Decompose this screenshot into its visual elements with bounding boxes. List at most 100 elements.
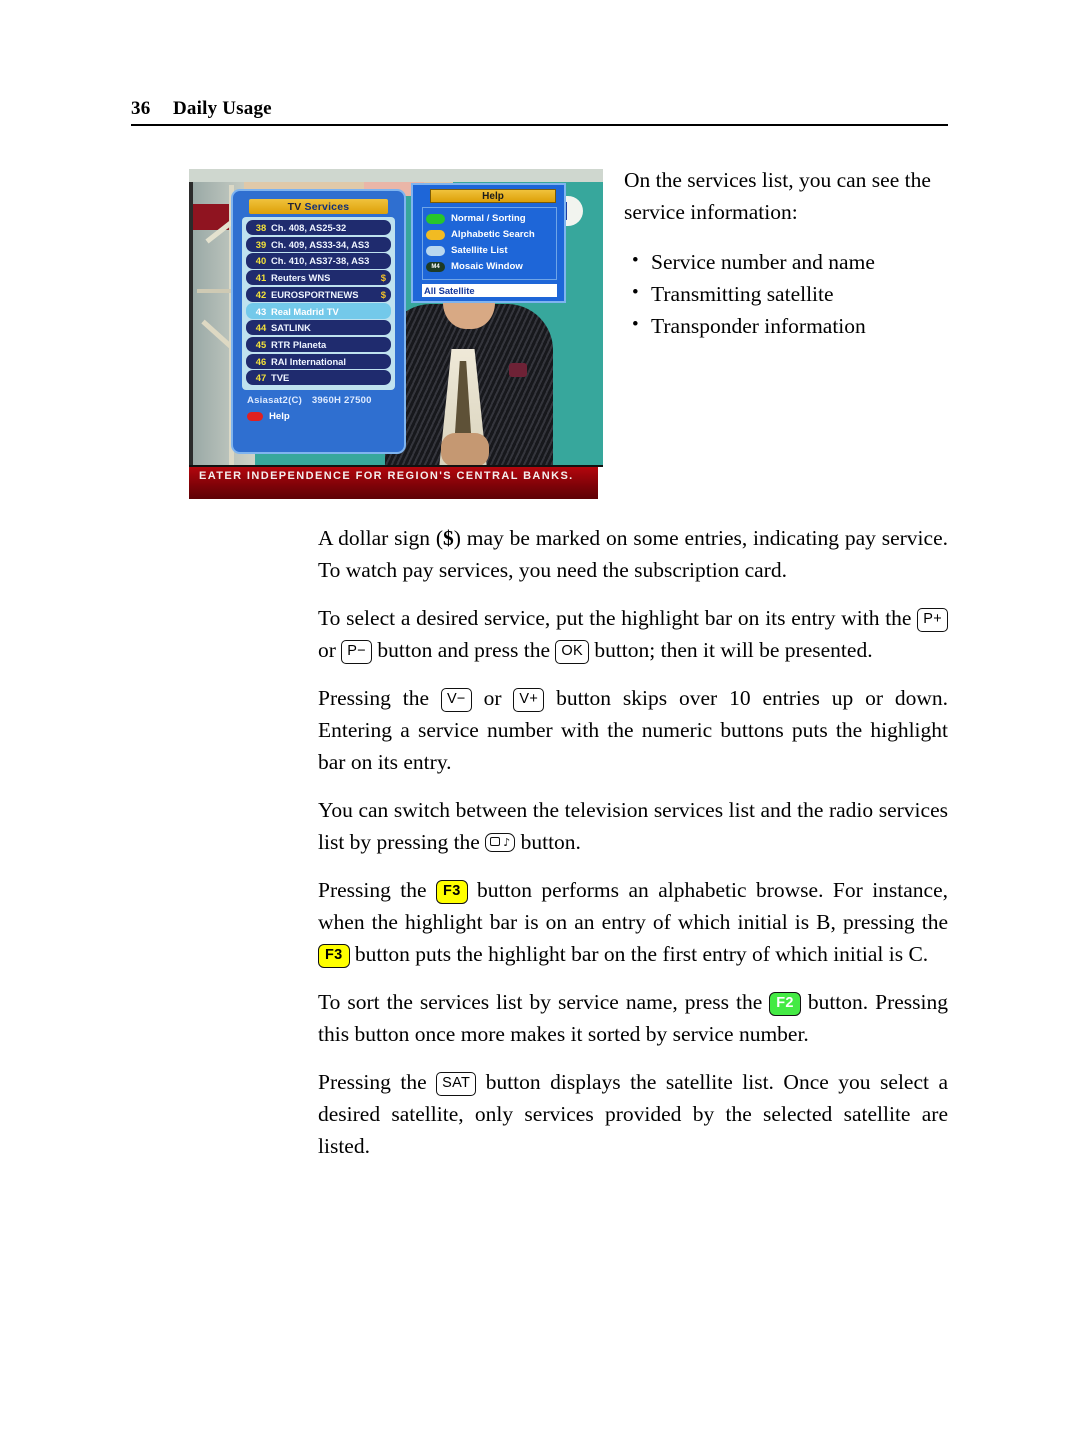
tv-screenshot-figure: TV Services 38 Ch. 408, AS25-32 39 Ch. 409,…: [189, 169, 603, 499]
service-number: 46: [255, 355, 267, 367]
help-panel-item[interactable]: Alphabetic Search: [426, 227, 553, 242]
service-list-row[interactable]: 45 RTR Planeta: [246, 336, 391, 352]
service-name: Real Madrid TV: [271, 305, 339, 317]
osd-help-label: Help: [269, 410, 290, 422]
service-name: TVE: [271, 372, 290, 384]
service-number: 39: [255, 238, 267, 250]
tv-radio-toggle-icon[interactable]: ♪: [485, 833, 516, 852]
news-ticker-bar: EATER INDEPENDENCE FOR REGION'S CENTRAL …: [189, 465, 603, 499]
dollar-sign-glyph: $: [442, 526, 454, 550]
key-v-plus[interactable]: V+: [513, 688, 545, 712]
key-p-minus[interactable]: P−: [341, 640, 373, 664]
p1-text-a: A dollar sign (: [318, 526, 443, 550]
service-number: 45: [255, 338, 267, 350]
help-panel-items: Normal / Sorting Alphabetic Search Satelli…: [422, 207, 557, 280]
page-title: Daily Usage: [173, 98, 272, 119]
service-list-row[interactable]: 40 Ch. 410, AS37-38, AS3: [246, 253, 391, 269]
help-panel-item[interactable]: M4 Mosaic Window: [426, 259, 553, 274]
satellite-filter-field[interactable]: All Satellite: [422, 284, 557, 297]
page-number: 36: [131, 98, 151, 119]
service-name: Ch. 410, AS37-38, AS3: [271, 255, 370, 267]
service-info-bullet: Service number and name: [624, 245, 954, 278]
color-key-icon: [426, 229, 445, 240]
key-ok[interactable]: OK: [555, 640, 589, 664]
paragraph-tv-radio-switch: You can switch between the television se…: [318, 794, 948, 858]
service-list-row[interactable]: 38 Ch. 408, AS25-32: [246, 220, 391, 236]
paragraph-volume-skip: Pressing the V− or V+ button skips over …: [318, 682, 948, 778]
tv-services-title-suffix: Services: [304, 200, 350, 213]
help-panel-title: Help: [430, 189, 556, 203]
service-name: EUROSPORTNEWS: [271, 288, 359, 300]
music-note-glyph: ♪: [503, 835, 511, 849]
key-f3-second[interactable]: F3: [318, 944, 350, 968]
service-name: Ch. 408, AS25-32: [271, 222, 347, 234]
paragraph-sort-services: To sort the services list by service nam…: [318, 986, 948, 1050]
p4-text-a: You can switch between the television se…: [318, 798, 948, 854]
service-list-row[interactable]: 44 SATLINK: [246, 320, 391, 336]
service-list-row[interactable]: 43 Real Madrid TV: [246, 303, 391, 319]
help-panel-item[interactable]: Satellite List: [426, 243, 553, 258]
key-p-plus[interactable]: P+: [917, 608, 948, 632]
key-v-minus[interactable]: V−: [440, 688, 472, 712]
news-ticker-text: EATER INDEPENDENCE FOR REGION'S CENTRAL …: [199, 470, 574, 482]
p7-text-a: Pressing the: [318, 1070, 427, 1094]
footer-satellite-name: Asiasat2(C): [247, 394, 302, 406]
service-list-row[interactable]: 39 Ch. 409, AS33-34, AS3: [246, 236, 391, 252]
service-info-bullet-list: Service number and nameTransmitting sate…: [624, 245, 954, 342]
p5-text-c: button puts the highlight bar on the fir…: [354, 942, 929, 966]
service-info-bullet: Transponder information: [624, 309, 954, 342]
service-name: RTR Planeta: [271, 338, 327, 350]
help-item-label: Mosaic Window: [451, 261, 523, 272]
p2-text-a: To select a desired service, put the hig…: [318, 606, 912, 630]
p6-text-a: To sort the services list by service nam…: [318, 990, 763, 1014]
tv-services-title-prefix: TV: [287, 200, 302, 213]
service-number: 42: [255, 288, 267, 300]
tv-services-panel[interactable]: TV Services 38 Ch. 408, AS25-32 39 Ch. 409,…: [231, 189, 406, 454]
color-key-icon: M4: [426, 261, 445, 272]
service-number: 47: [255, 372, 267, 384]
help-panel-item[interactable]: Normal / Sorting: [426, 211, 553, 226]
service-number: 38: [255, 222, 267, 234]
tv-services-panel-title: TV Services: [249, 199, 388, 214]
presenter-hands: [441, 433, 489, 467]
p4-text-b: button.: [520, 830, 581, 854]
tv-services-list[interactable]: 38 Ch. 408, AS25-32 39 Ch. 409, AS33-34, AS…: [242, 217, 395, 390]
service-number: 40: [255, 255, 267, 267]
page-header: 36 Daily Usage: [131, 98, 948, 120]
service-list-row[interactable]: 41 Reuters WNS $: [246, 270, 391, 286]
ticker-right-edge: [598, 467, 603, 499]
color-key-icon: [426, 245, 445, 256]
service-name: SATLINK: [271, 322, 311, 334]
service-number: 43: [255, 305, 267, 317]
help-panel[interactable]: Help Normal / Sorting Alphabetic Search Sa…: [411, 183, 566, 303]
key-f3-first[interactable]: F3: [436, 880, 468, 904]
service-list-row[interactable]: 46 RAI International: [246, 353, 391, 369]
service-name: Ch. 409, AS33-34, AS3: [271, 238, 370, 250]
service-list-row[interactable]: 42 EUROSPORTNEWS $: [246, 286, 391, 302]
service-list-row[interactable]: 47 TVE: [246, 370, 391, 386]
p5-text-a: Pressing the: [318, 878, 427, 902]
service-number: 41: [255, 272, 267, 284]
help-item-label: Alphabetic Search: [451, 229, 535, 240]
key-sat[interactable]: SAT: [436, 1072, 477, 1096]
pay-service-dollar-icon: $: [380, 288, 386, 300]
paragraph-dollar-sign: A dollar sign ($) may be marked on some …: [318, 522, 948, 586]
service-info-bullet: Transmitting satellite: [624, 277, 954, 310]
p3-text-b: or: [483, 686, 502, 710]
tv-services-footer: Asiasat2(C) 3960H 27500: [247, 395, 395, 406]
osd-help-hint[interactable]: Help: [247, 411, 400, 422]
p2-text-d: button; then it will be presented.: [594, 638, 873, 662]
help-item-label: Normal / Sorting: [451, 213, 526, 224]
key-f2[interactable]: F2: [769, 992, 801, 1016]
intro-lead-text: On the services list, you can see the se…: [624, 168, 931, 224]
pay-service-dollar-icon: $: [380, 272, 386, 284]
red-button-icon: [247, 411, 263, 421]
body-column: A dollar sign ($) may be marked on some …: [318, 522, 948, 1162]
paragraph-satellite-list: Pressing the SAT button displays the sat…: [318, 1066, 948, 1162]
service-name: Reuters WNS: [271, 272, 331, 284]
intro-column: On the services list, you can see the se…: [624, 164, 954, 342]
help-item-label: Satellite List: [451, 245, 508, 256]
service-number: 44: [255, 322, 267, 334]
paragraph-select-service: To select a desired service, put the hig…: [318, 602, 948, 666]
presenter-pocket-square: [509, 363, 527, 377]
